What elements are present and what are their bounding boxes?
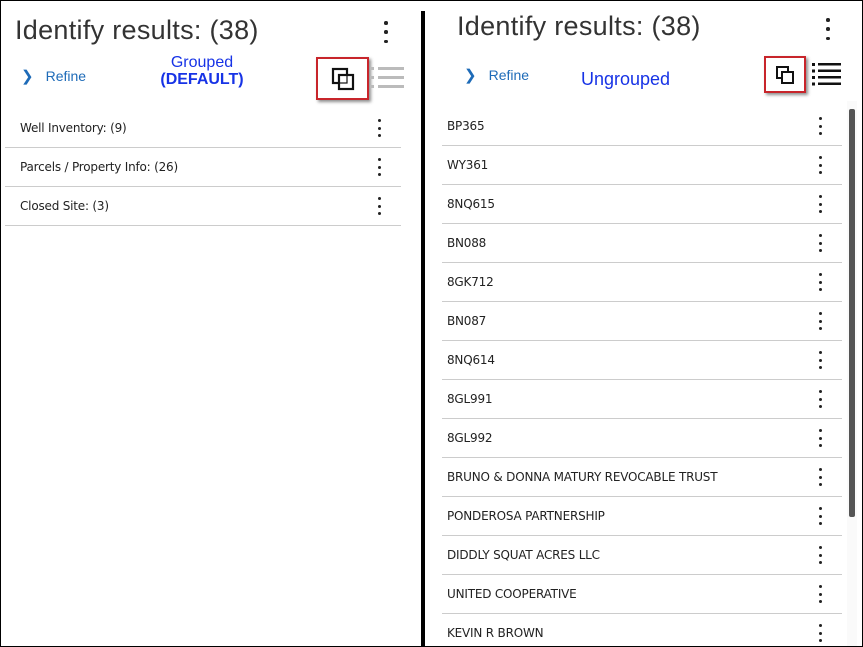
more-vertical-icon[interactable] <box>373 119 385 137</box>
more-vertical-icon[interactable] <box>814 507 826 525</box>
row-label: BN088 <box>447 236 487 250</box>
result-row[interactable]: KEVIN R BROWN <box>442 614 842 646</box>
more-vertical-icon[interactable] <box>814 234 826 252</box>
result-row[interactable]: BN087 <box>442 302 842 341</box>
more-vertical-icon[interactable] <box>814 117 826 135</box>
group-toggle-icon <box>331 67 354 90</box>
row-label: 8NQ615 <box>447 197 495 211</box>
result-row[interactable]: WY361 <box>442 146 842 185</box>
group-row[interactable]: Well Inventory: (9) <box>5 109 401 148</box>
result-row[interactable]: DIDDLY SQUAT ACRES LLC <box>442 536 842 575</box>
more-vertical-icon[interactable] <box>814 585 826 603</box>
more-vertical-icon[interactable] <box>814 624 826 642</box>
group-row[interactable]: Closed Site: (3) <box>5 187 401 226</box>
row-label: Parcels / Property Info: (26) <box>20 160 178 174</box>
more-vertical-icon[interactable] <box>814 312 826 330</box>
row-label: WY361 <box>447 158 489 172</box>
annotation-line-2: (DEFAULT) <box>160 71 244 88</box>
more-vertical-icon[interactable] <box>373 158 385 176</box>
panel-title: Identify results: (38) <box>15 15 259 45</box>
more-vertical-icon[interactable] <box>814 351 826 369</box>
more-vertical-icon[interactable] <box>380 21 392 43</box>
more-vertical-icon[interactable] <box>814 429 826 447</box>
ungroup-toggle-button[interactable] <box>764 56 806 93</box>
more-vertical-icon[interactable] <box>814 156 826 174</box>
result-row[interactable]: UNITED COOPERATIVE <box>442 575 842 614</box>
more-vertical-icon[interactable] <box>814 390 826 408</box>
more-vertical-icon[interactable] <box>814 195 826 213</box>
row-label: BN087 <box>447 314 487 328</box>
row-label: Closed Site: (3) <box>20 199 109 213</box>
row-label: DIDDLY SQUAT ACRES LLC <box>447 548 600 562</box>
more-vertical-icon[interactable] <box>373 197 385 215</box>
result-row[interactable]: PONDEROSA PARTNERSHIP <box>442 497 842 536</box>
ungroup-toggle-icon <box>776 65 794 84</box>
result-row[interactable]: 8GL992 <box>442 419 842 458</box>
panel-title: Identify results: (38) <box>457 11 701 41</box>
result-row[interactable]: BN088 <box>442 224 842 263</box>
chevron-right-icon: ❯ <box>21 68 34 85</box>
panel-divider <box>421 11 425 646</box>
row-label: BP365 <box>447 119 485 133</box>
ungrouped-annotation: Ungrouped <box>581 69 671 89</box>
result-row[interactable]: 8GL991 <box>442 380 842 419</box>
grouped-results-panel: Identify results: (38) ❯ Refine Grouped … <box>1 1 421 646</box>
group-toggle-button[interactable] <box>316 57 369 100</box>
annotation-line-1: Grouped <box>170 54 234 71</box>
refine-toggle[interactable]: ❯ Refine <box>21 67 86 85</box>
row-label: Well Inventory: (9) <box>20 121 127 135</box>
row-label: KEVIN R BROWN <box>447 626 544 640</box>
row-label: 8GL992 <box>447 431 493 445</box>
result-row[interactable]: BRUNO & DONNA MATURY REVOCABLE TRUST <box>442 458 842 497</box>
ungrouped-results-panel: Identify results: (38) ❯ Refine Ungroupe… <box>427 1 862 646</box>
row-label: 8NQ614 <box>447 353 495 367</box>
group-row[interactable]: Parcels / Property Info: (26) <box>5 148 401 187</box>
screenshot-frame: Identify results: (38) ❯ Refine Grouped … <box>0 0 863 647</box>
row-label: PONDEROSA PARTNERSHIP <box>447 509 605 523</box>
result-row[interactable]: 8NQ615 <box>442 185 842 224</box>
refine-label: Refine <box>45 68 87 84</box>
grouped-annotation: Grouped (DEFAULT) <box>147 54 257 89</box>
more-vertical-icon[interactable] <box>822 18 834 40</box>
refine-label: Refine <box>488 67 530 83</box>
row-label: 8GK712 <box>447 275 494 289</box>
result-row[interactable]: 8GK712 <box>442 263 842 302</box>
result-row[interactable]: BP365 <box>442 107 842 146</box>
scrollbar-thumb[interactable] <box>849 109 855 517</box>
row-label: BRUNO & DONNA MATURY REVOCABLE TRUST <box>447 470 718 484</box>
more-vertical-icon[interactable] <box>814 273 826 291</box>
chevron-right-icon: ❯ <box>464 67 477 84</box>
list-view-icon[interactable] <box>370 65 404 91</box>
list-view-icon[interactable] <box>812 62 841 86</box>
more-vertical-icon[interactable] <box>814 468 826 486</box>
more-vertical-icon[interactable] <box>814 546 826 564</box>
result-row[interactable]: 8NQ614 <box>442 341 842 380</box>
row-label: UNITED COOPERATIVE <box>447 587 577 601</box>
row-label: 8GL991 <box>447 392 493 406</box>
refine-toggle[interactable]: ❯ Refine <box>464 66 529 84</box>
